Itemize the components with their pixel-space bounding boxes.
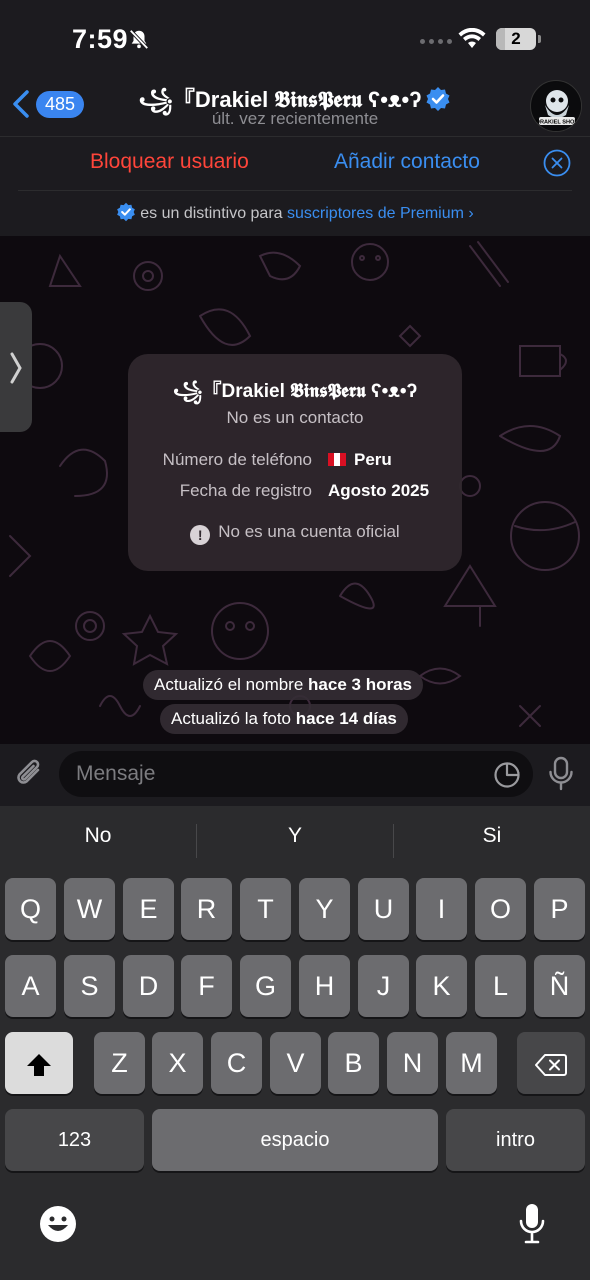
- paperclip-icon[interactable]: [14, 756, 46, 792]
- return-key[interactable]: intro: [446, 1109, 585, 1171]
- chevron-right-icon: ›: [468, 205, 474, 222]
- signal-icon: [420, 39, 452, 44]
- delete-key[interactable]: [517, 1032, 585, 1094]
- side-panel-handle[interactable]: [0, 302, 32, 432]
- key-e[interactable]: E: [123, 878, 174, 940]
- avatar-text: DRAKIEL SHOP: [536, 120, 578, 126]
- key-a[interactable]: A: [5, 955, 56, 1017]
- shift-key[interactable]: [5, 1032, 73, 1094]
- keyboard: No Y Si Q W E R T Y U I O P A S D F G H …: [0, 806, 590, 1280]
- premium-badge-note[interactable]: es un distintivo para suscriptores de Pr…: [0, 202, 590, 223]
- key-g[interactable]: G: [240, 955, 291, 1017]
- status-bar: 7:59 2: [0, 0, 590, 80]
- key-h[interactable]: H: [299, 955, 350, 1017]
- key-p[interactable]: P: [534, 878, 585, 940]
- chevron-left-icon: [13, 90, 29, 118]
- key-x[interactable]: X: [152, 1032, 203, 1094]
- key-n-tilde[interactable]: Ñ: [534, 955, 585, 1017]
- contact-info-card: ꧁『Drakiel 𝕭𝖎𝖓𝖘𝕻𝖊𝖗𝖚 ʕ•ᴥ•ʔ No es un contac…: [128, 354, 462, 571]
- key-t[interactable]: T: [240, 878, 291, 940]
- avatar[interactable]: DRAKIEL SHOP: [530, 80, 582, 132]
- key-l[interactable]: L: [475, 955, 526, 1017]
- battery-level: 2: [511, 29, 521, 48]
- message-input[interactable]: Mensaje: [59, 751, 533, 797]
- close-icon[interactable]: [543, 149, 571, 177]
- back-button[interactable]: 485: [10, 86, 85, 122]
- contact-action-bar: Bloquear usuario Añadir contacto es un d…: [0, 136, 590, 236]
- last-seen-status: últ. vez recientemente: [211, 109, 379, 128]
- key-q[interactable]: Q: [5, 878, 56, 940]
- unread-count-badge: 485: [36, 90, 85, 118]
- chevron-right-icon: [10, 352, 22, 384]
- suggestion-2[interactable]: Y: [197, 824, 393, 848]
- registration-label: Fecha de registro: [179, 481, 312, 500]
- key-m[interactable]: M: [446, 1032, 497, 1094]
- numbers-key[interactable]: 123: [5, 1109, 144, 1171]
- chat-area[interactable]: ꧁『Drakiel 𝕭𝖎𝖓𝖘𝕻𝖊𝖗𝖚 ʕ•ᴥ•ʔ No es un contac…: [0, 236, 590, 744]
- dictation-icon[interactable]: [518, 1202, 546, 1244]
- premium-text: es un distintivo para: [140, 205, 283, 222]
- add-contact-button[interactable]: Añadir contacto: [334, 150, 480, 174]
- verified-badge-icon: [117, 202, 136, 222]
- suggestion-3[interactable]: Si: [394, 824, 590, 848]
- sticker-icon[interactable]: [493, 761, 521, 789]
- key-n[interactable]: N: [387, 1032, 438, 1094]
- phone-label: Número de teléfono: [162, 450, 312, 469]
- phone-value: Peru: [328, 450, 392, 470]
- key-u[interactable]: U: [358, 878, 409, 940]
- system-message-name-update: Actualizó el nombre hace 3 horas: [143, 670, 423, 700]
- key-s[interactable]: S: [64, 955, 115, 1017]
- battery-icon: 2: [496, 28, 536, 50]
- message-input-bar: Mensaje: [0, 744, 590, 806]
- key-f[interactable]: F: [181, 955, 232, 1017]
- key-o[interactable]: O: [475, 878, 526, 940]
- key-r[interactable]: R: [181, 878, 232, 940]
- key-z[interactable]: Z: [94, 1032, 145, 1094]
- clock: 7:59: [72, 24, 129, 54]
- unofficial-warning: ! No es una cuenta oficial: [128, 522, 462, 545]
- system-message-photo-update: Actualizó la foto hace 14 días: [160, 704, 408, 734]
- microphone-icon[interactable]: [548, 756, 574, 792]
- key-c[interactable]: C: [211, 1032, 262, 1094]
- emoji-icon[interactable]: [38, 1204, 78, 1244]
- exclamation-icon: !: [190, 525, 211, 545]
- key-d[interactable]: D: [123, 955, 174, 1017]
- premium-link[interactable]: suscriptores de Premium: [287, 205, 464, 222]
- avatar-logo-icon: DRAKIEL SHOP: [532, 82, 581, 131]
- shift-arrow-icon: [27, 1053, 51, 1076]
- space-key[interactable]: espacio: [152, 1109, 438, 1171]
- registration-value: Agosto 2025: [328, 481, 430, 500]
- key-w[interactable]: W: [64, 878, 115, 940]
- chat-header: 485 ꧁『Drakiel 𝕭𝖎𝖓𝖘𝕻𝖊𝖗𝖚 ʕ•ᴥ•ʔ últ. vez re…: [0, 80, 590, 136]
- key-j[interactable]: J: [358, 955, 409, 1017]
- message-placeholder: Mensaje: [76, 762, 156, 785]
- backspace-icon: [535, 1053, 567, 1076]
- card-contact-status: No es un contacto: [226, 408, 364, 427]
- key-v[interactable]: V: [270, 1032, 321, 1094]
- key-y[interactable]: Y: [299, 878, 350, 940]
- peru-flag-icon: [328, 453, 346, 466]
- key-b[interactable]: B: [328, 1032, 379, 1094]
- suggestion-1[interactable]: No: [0, 824, 196, 848]
- key-k[interactable]: K: [416, 955, 467, 1017]
- bell-muted-icon: [129, 29, 149, 50]
- block-user-button[interactable]: Bloquear usuario: [90, 150, 249, 174]
- wifi-icon: [458, 28, 486, 48]
- key-i[interactable]: I: [416, 878, 467, 940]
